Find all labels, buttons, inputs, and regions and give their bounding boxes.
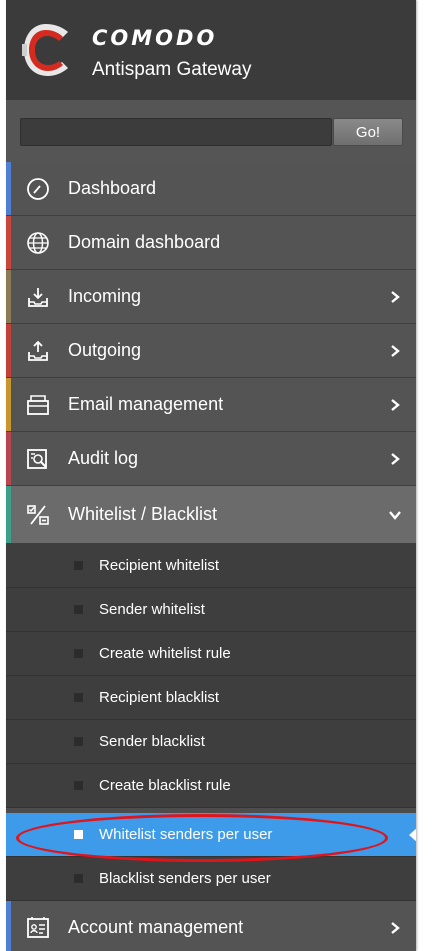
nav-item-account-management[interactable]: Account management — [6, 901, 416, 951]
sub-item-sender-whitelist[interactable]: Sender whitelist — [6, 588, 416, 632]
nav-item-incoming[interactable]: Incoming — [6, 270, 416, 324]
sub-item-label: Whitelist senders per user — [99, 826, 273, 843]
bullet-icon — [74, 874, 83, 883]
comodo-logo-icon — [22, 24, 68, 76]
account-card-icon — [26, 916, 50, 940]
nav-item-audit-log[interactable]: Audit log — [6, 432, 416, 486]
nav-accent — [6, 216, 11, 269]
chevron-right-icon — [391, 452, 400, 465]
product-name: Antispam Gateway — [92, 59, 252, 80]
nav-label: Incoming — [68, 286, 142, 306]
nav-item-outgoing[interactable]: Outgoing — [6, 324, 416, 378]
bullet-icon — [74, 561, 83, 570]
bullet-icon — [74, 693, 83, 702]
sub-item-label: Sender blacklist — [99, 733, 205, 750]
chevron-right-icon — [391, 344, 400, 357]
nav-accent — [6, 162, 11, 215]
nav-accent — [6, 324, 11, 377]
nav-label: Account management — [68, 917, 244, 937]
sub-item-label: Create whitelist rule — [99, 645, 231, 662]
nav-accent — [6, 378, 11, 431]
sidebar: COMODO Antispam Gateway Go! Dashboard Do… — [6, 0, 416, 951]
envelope-icon — [26, 393, 50, 417]
bullet-icon — [74, 781, 83, 790]
audit-search-icon — [26, 447, 50, 471]
nav-label: Email management — [68, 394, 224, 414]
sub-item-create-blacklist-rule[interactable]: Create blacklist rule — [6, 764, 416, 808]
nav-item-dashboard[interactable]: Dashboard — [6, 162, 416, 216]
nav-label: Outgoing — [68, 340, 142, 360]
nav-label: Audit log — [68, 448, 139, 468]
globe-icon — [26, 231, 50, 255]
sub-item-label: Recipient blacklist — [99, 689, 220, 706]
sub-item-sender-blacklist[interactable]: Sender blacklist — [6, 720, 416, 764]
chevron-down-icon — [389, 510, 401, 520]
sub-item-create-whitelist-rule[interactable]: Create whitelist rule — [6, 632, 416, 676]
brand-name: COMODO — [92, 26, 218, 50]
chevron-right-icon — [391, 921, 400, 934]
bullet-icon — [74, 830, 83, 839]
bullet-icon — [74, 649, 83, 658]
bullet-icon — [74, 605, 83, 614]
sub-item-label: Create blacklist rule — [99, 777, 231, 794]
nav-item-whitelist-blacklist[interactable]: Whitelist / Blacklist — [6, 486, 416, 544]
active-pointer-icon — [409, 827, 416, 843]
go-button[interactable]: Go! — [333, 118, 403, 146]
sub-item-label: Recipient whitelist — [99, 557, 220, 574]
sub-item-recipient-whitelist[interactable]: Recipient whitelist — [6, 544, 416, 588]
search-input[interactable] — [20, 118, 332, 146]
inbox-download-icon — [26, 285, 50, 309]
bullet-icon — [74, 737, 83, 746]
whitelist-blacklist-icon — [26, 503, 50, 527]
nav-label: Whitelist / Blacklist — [68, 504, 218, 524]
nav-accent — [6, 486, 11, 543]
nav-label: Domain dashboard — [68, 232, 221, 252]
sub-item-whitelist-senders-per-user[interactable]: Whitelist senders per user — [6, 813, 416, 857]
sub-item-blacklist-senders-per-user[interactable]: Blacklist senders per user — [6, 857, 416, 901]
chevron-right-icon — [391, 290, 400, 303]
nav-item-email-management[interactable]: Email management — [6, 378, 416, 432]
nav-accent — [6, 901, 11, 951]
sub-item-label: Blacklist senders per user — [99, 870, 271, 887]
outbox-upload-icon — [26, 339, 50, 363]
nav-accent — [6, 432, 11, 485]
chevron-right-icon — [391, 398, 400, 411]
nav-label: Dashboard — [68, 178, 157, 198]
dashboard-gauge-icon — [26, 177, 50, 201]
brand-header: COMODO Antispam Gateway — [6, 0, 416, 100]
nav-accent — [6, 270, 11, 323]
sub-item-recipient-blacklist[interactable]: Recipient blacklist — [6, 676, 416, 720]
nav-item-domain-dashboard[interactable]: Domain dashboard — [6, 216, 416, 270]
sub-item-label: Sender whitelist — [99, 601, 205, 618]
